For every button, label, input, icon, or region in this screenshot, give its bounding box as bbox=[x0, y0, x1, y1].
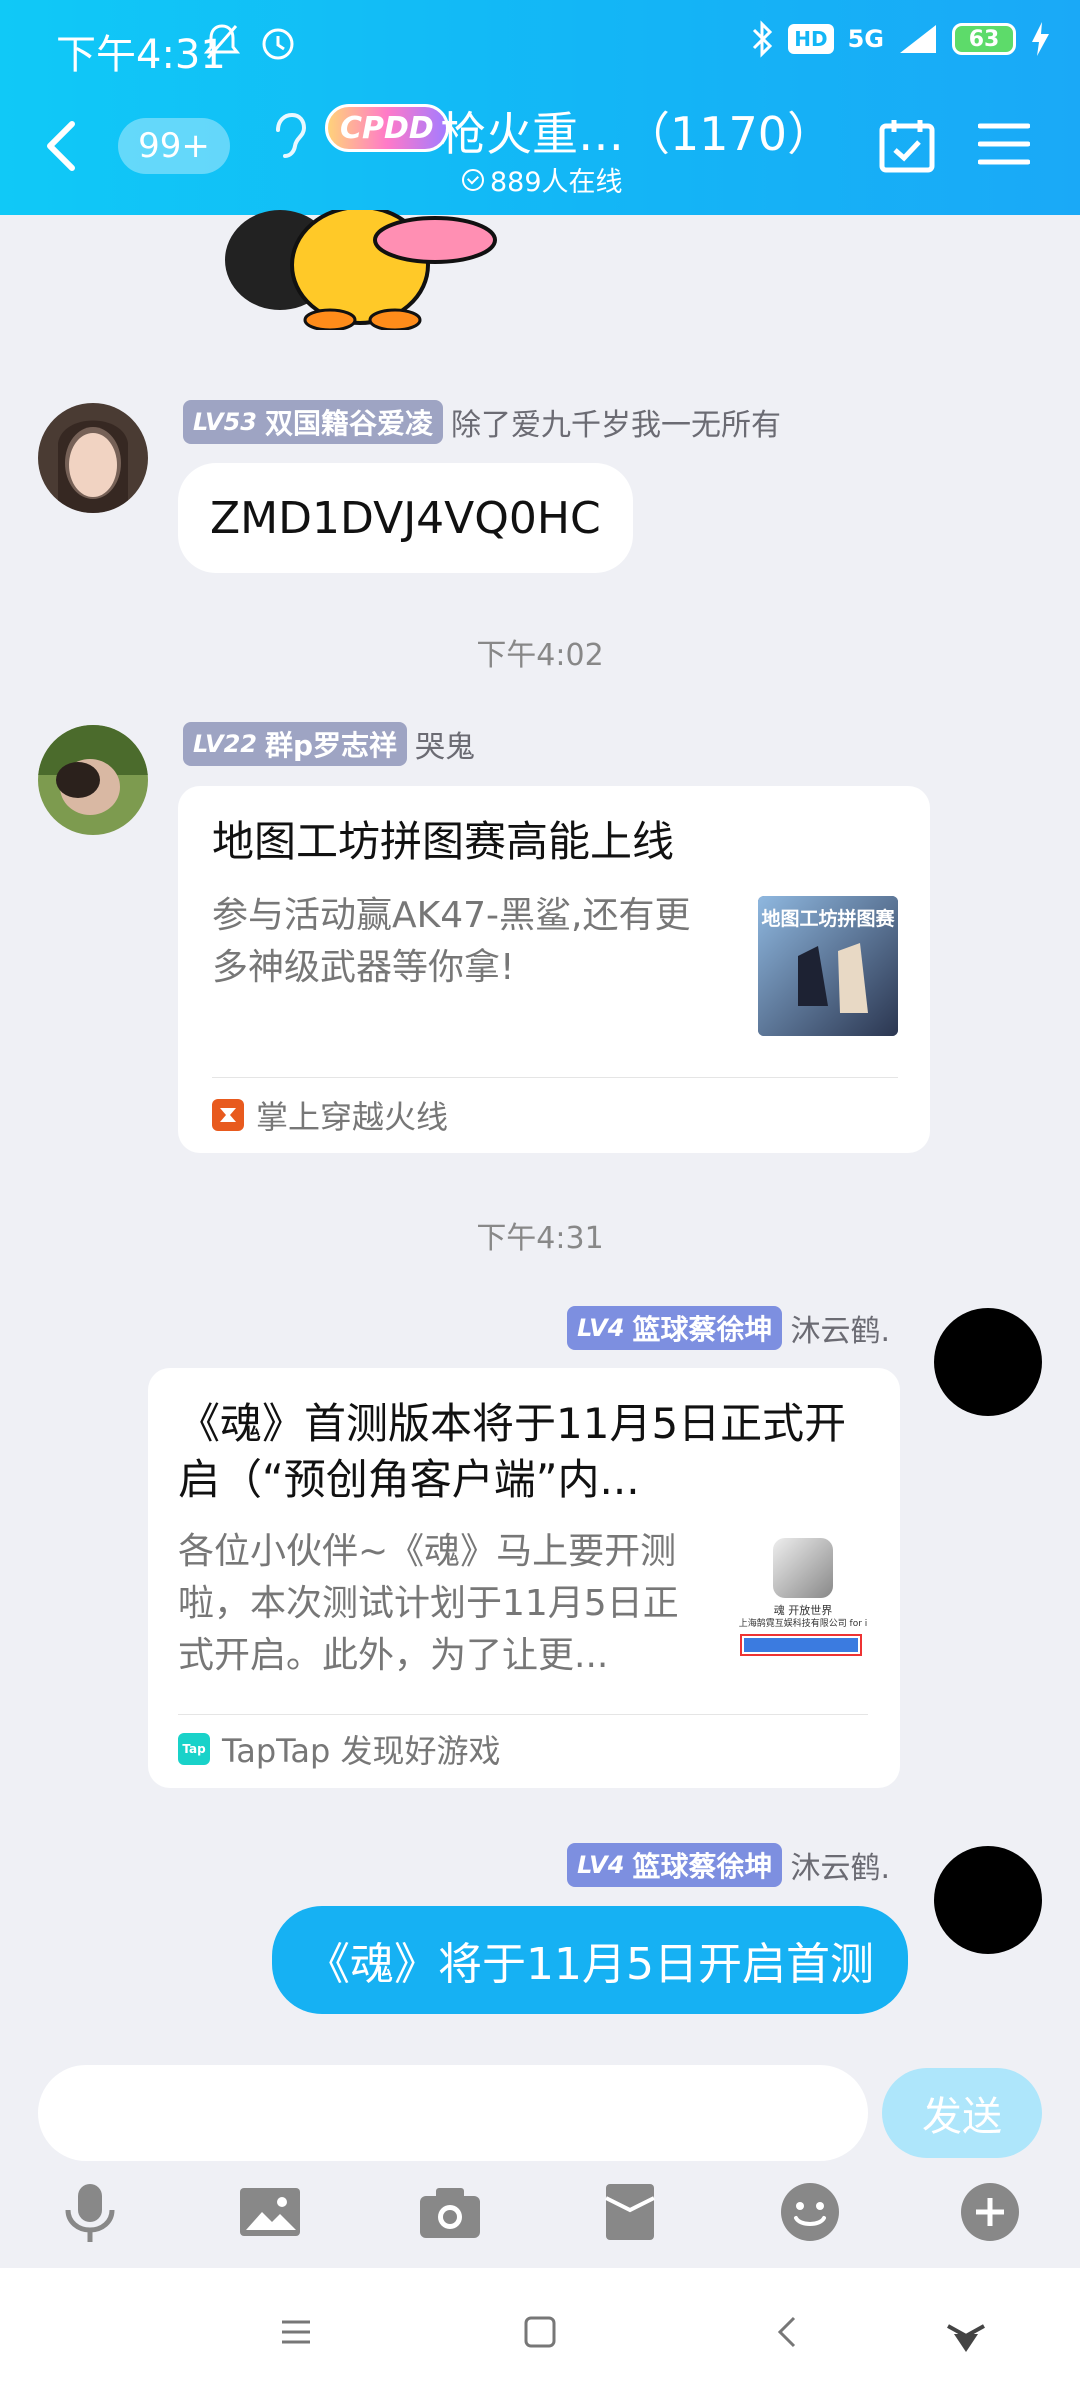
alarm-icon bbox=[262, 28, 294, 60]
status-time: 下午4:31 bbox=[56, 32, 226, 78]
battery-icon: 63 bbox=[952, 23, 1016, 55]
sender-nickname: 除了爱九千岁我一无所有 bbox=[450, 408, 781, 443]
ear-icon[interactable] bbox=[268, 110, 308, 162]
message-bubble[interactable]: 《魂》将于11月5日开启首测 bbox=[272, 1906, 908, 2014]
taptap-icon: Tap bbox=[178, 1733, 210, 1765]
card-divider bbox=[178, 1714, 868, 1715]
card-source: 掌上穿越火线 bbox=[212, 1092, 448, 1138]
sender-nameline: LV22 群p罗志祥 哭鬼 bbox=[183, 722, 475, 766]
cpdd-tag: CPDD bbox=[325, 104, 449, 152]
back-icon[interactable] bbox=[40, 118, 84, 174]
message-text: ZMD1DVJ4VQ0HC bbox=[210, 492, 601, 544]
red-packet-icon[interactable] bbox=[598, 2180, 662, 2244]
share-card[interactable]: 《魂》首测版本将于11月5日正式开启（“预创角客户端”内... 各位小伙伴~《魂… bbox=[148, 1368, 900, 1788]
recent-apps-icon[interactable] bbox=[274, 2310, 318, 2354]
sender-nameline: LV4 篮球蔡徐坤 沐云鹤. bbox=[567, 1306, 890, 1350]
assistant-icon[interactable] bbox=[944, 2310, 988, 2354]
status-right: HD 5G 63 bbox=[750, 20, 1050, 58]
timestamp: 下午4:31 bbox=[476, 1221, 604, 1256]
microphone-icon[interactable] bbox=[58, 2180, 122, 2244]
camera-icon[interactable] bbox=[418, 2180, 482, 2244]
download-badge bbox=[740, 1634, 862, 1656]
share-card[interactable]: 地图工坊拼图赛高能上线 参与活动赢AK47-黑鲨,还有更多神级武器等你拿! 地图… bbox=[178, 786, 930, 1153]
group-title[interactable]: 枪火重…（1170） bbox=[440, 98, 833, 164]
card-description: 参与活动赢AK47-黑鲨,还有更多神级武器等你拿! bbox=[212, 895, 691, 988]
online-count: 889人在线 bbox=[462, 160, 623, 199]
signal-icon bbox=[900, 25, 936, 53]
game-logo-icon bbox=[773, 1538, 833, 1598]
card-title: 《魂》首测版本将于11月5日正式开启（“预创角客户端”内... bbox=[178, 1399, 847, 1504]
calendar-icon[interactable] bbox=[878, 118, 936, 174]
card-thumbnail-line: 上海鹄霓互娱科技有限公司 for i bbox=[738, 1619, 868, 1629]
plus-icon[interactable] bbox=[958, 2180, 1022, 2244]
avatar[interactable] bbox=[38, 725, 148, 835]
system-navbar bbox=[0, 2268, 1080, 2400]
message-bubble[interactable]: ZMD1DVJ4VQ0HC bbox=[178, 463, 633, 573]
home-icon[interactable] bbox=[518, 2310, 562, 2354]
sender-nameline: LV53 双国籍谷爱凌 除了爱九千岁我一无所有 bbox=[183, 400, 781, 444]
card-thumbnail: 魂 开放世界 上海鹄霓互娱科技有限公司 for i bbox=[728, 1532, 878, 1672]
hd-badge: HD bbox=[788, 24, 834, 54]
card-source-label: 掌上穿越火线 bbox=[256, 1098, 449, 1136]
sender-nameline: LV4 篮球蔡徐坤 沐云鹤. bbox=[567, 1843, 890, 1887]
network-label: 5G bbox=[847, 25, 884, 53]
level-tag: LV4 篮球蔡徐坤 bbox=[567, 1306, 783, 1350]
duck-sticker-image[interactable] bbox=[210, 210, 500, 330]
card-source: Tap TapTap 发现好游戏 bbox=[178, 1726, 501, 1772]
emoji-icon[interactable] bbox=[778, 2180, 842, 2244]
charging-icon bbox=[1032, 22, 1049, 56]
sender-nickname: 沐云鹤. bbox=[790, 1851, 890, 1886]
unread-badge[interactable]: 99+ bbox=[118, 118, 230, 174]
message-input[interactable] bbox=[38, 2065, 868, 2161]
online-check-icon bbox=[462, 168, 484, 191]
cf-app-icon bbox=[212, 1099, 244, 1131]
card-divider bbox=[212, 1077, 898, 1078]
sender-nickname: 哭鬼 bbox=[415, 730, 476, 765]
avatar[interactable] bbox=[934, 1308, 1042, 1416]
card-description: 各位小伙伴~《魂》马上要开测啦，本次测试计划于11月5日正式开启。此外，为了让更… bbox=[178, 1531, 679, 1676]
card-thumbnail-caption: 地图工坊拼图赛 bbox=[761, 908, 895, 930]
card-source-label: TapTap 发现好游戏 bbox=[222, 1732, 501, 1770]
send-button[interactable]: 发送 bbox=[882, 2068, 1042, 2158]
bluetooth-icon bbox=[753, 20, 773, 58]
timestamp: 下午4:02 bbox=[476, 638, 604, 673]
avatar[interactable] bbox=[934, 1846, 1042, 1954]
level-tag: LV22 群p罗志祥 bbox=[183, 722, 408, 766]
message-text: 《魂》将于11月5日开启首测 bbox=[306, 1939, 874, 1990]
sender-nickname: 沐云鹤. bbox=[790, 1314, 890, 1349]
chat-header: 下午4:31 HD 5G 63 99+ CPDD 枪火重…（1170） 889人… bbox=[0, 0, 1080, 215]
card-title: 地图工坊拼图赛高能上线 bbox=[212, 817, 675, 866]
status-icons bbox=[204, 22, 298, 62]
level-tag: LV4 篮球蔡徐坤 bbox=[567, 1843, 783, 1887]
online-count-label: 889人在线 bbox=[490, 167, 623, 198]
image-icon[interactable] bbox=[238, 2180, 302, 2244]
mute-bell-icon bbox=[204, 24, 240, 59]
back-nav-icon[interactable] bbox=[766, 2310, 810, 2354]
card-thumbnail: 地图工坊拼图赛 bbox=[758, 896, 898, 1036]
avatar[interactable] bbox=[38, 403, 148, 513]
level-tag: LV53 双国籍谷爱凌 bbox=[183, 400, 443, 444]
menu-icon[interactable] bbox=[978, 120, 1030, 168]
